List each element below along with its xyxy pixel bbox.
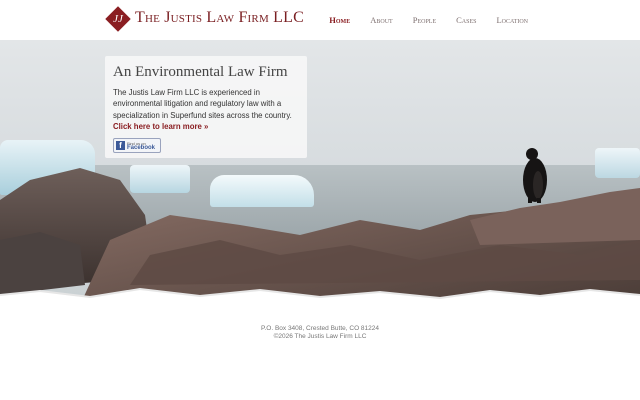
facebook-icon: f (116, 141, 125, 150)
site-footer: P.O. Box 3408, Crested Butte, CO 81224 ©… (0, 325, 640, 341)
card-body: The Justis Law Firm LLC is experienced i… (113, 87, 299, 133)
logo[interactable]: JJ The Justis Law Firm LLC (105, 6, 304, 32)
facebook-button[interactable]: f Find us on Facebook (113, 138, 161, 153)
main-nav: Home About People Cases Location (309, 15, 528, 25)
site-header: JJ The Justis Law Firm LLC Home About Pe… (0, 0, 640, 40)
nav-cases[interactable]: Cases (456, 15, 476, 25)
rock-right-high (470, 188, 640, 245)
intro-card: An Environmental Law Firm The Justis Law… (105, 56, 307, 158)
nav-home[interactable]: Home (329, 15, 350, 25)
logo-monogram-icon: JJ (105, 6, 131, 32)
hero-image (0, 40, 640, 320)
torn-paper-edge (0, 287, 640, 320)
rocks-scene (0, 148, 640, 305)
penguin-icon (523, 148, 547, 203)
footer-address: P.O. Box 3408, Crested Butte, CO 81224 (260, 325, 380, 332)
facebook-big-text: Facebook (127, 144, 156, 151)
footer-copyright: ©2026 The Justis Law Firm LLC (273, 333, 367, 340)
learn-more-link[interactable]: Click here to learn more » (113, 122, 208, 131)
facebook-label: Find us on Facebook (127, 141, 155, 151)
nav-about[interactable]: About (370, 15, 392, 25)
logo-monogram: JJ (113, 13, 123, 25)
card-title: An Environmental Law Firm (113, 64, 288, 80)
card-body-text: The Justis Law Firm LLC is experienced i… (113, 88, 292, 120)
nav-people[interactable]: People (413, 15, 436, 25)
nav-location[interactable]: Location (496, 15, 528, 25)
firm-name: The Justis Law Firm LLC (135, 8, 304, 26)
